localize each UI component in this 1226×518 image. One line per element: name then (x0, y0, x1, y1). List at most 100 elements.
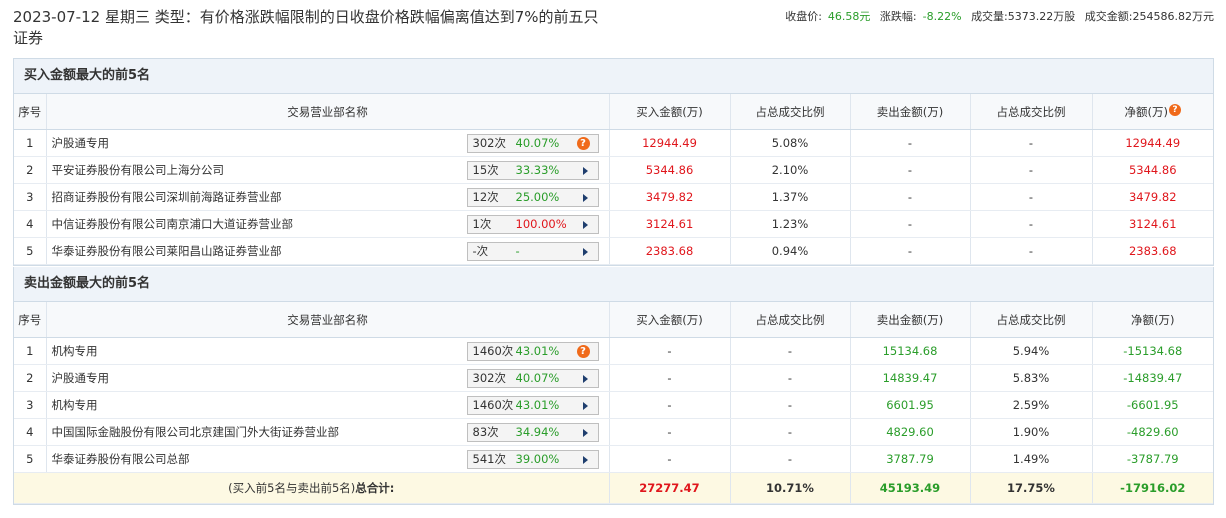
branch-name[interactable]: 中信证券股份有限公司南京浦口大道证券营业部 (52, 217, 294, 231)
row-net: -3787.79 (1092, 445, 1213, 473)
branch-stats-badge[interactable]: 541次 39.00% (466, 450, 599, 469)
branch-name[interactable]: 沪股通专用 (52, 136, 110, 150)
row-buy-ratio: 1.37% (730, 183, 851, 211)
buy-section-title: 买入金额最大的前5名 (14, 59, 1213, 94)
col-buy: 买入金额(万) (609, 94, 731, 130)
arrow-right-icon[interactable] (582, 375, 588, 383)
branch-name[interactable]: 沪股通专用 (52, 371, 110, 385)
branch-win-rate: 25.00% (515, 190, 560, 204)
row-sell-ratio: 2.59% (970, 391, 1093, 419)
row-buy: 3479.82 (609, 183, 731, 211)
branch-win-rate: - (515, 244, 520, 258)
row-net: -15134.68 (1092, 337, 1213, 365)
table-row: 4 中国国际金融股份有限公司北京建国门外大街证券营业部 83次 34.94% - -482… (14, 418, 1213, 446)
branch-name[interactable]: 华泰证券股份有限公司总部 (52, 452, 190, 466)
help-icon[interactable]: ? (1168, 103, 1181, 116)
branch-stats-badge[interactable]: 1次 100.00% (466, 215, 599, 234)
row-sell: 15134.68 (850, 337, 971, 365)
col-name: 交易营业部名称 (46, 302, 610, 338)
row-buy-ratio: - (730, 445, 851, 473)
row-net: 2383.68 (1092, 237, 1213, 265)
col-sell-ratio: 占总成交比例 (970, 302, 1093, 338)
row-buy-ratio: - (730, 337, 851, 365)
row-net: 3124.61 (1092, 210, 1213, 238)
arrow-right-icon[interactable] (582, 248, 588, 256)
branch-stats-badge[interactable]: 302次 40.07%? (466, 134, 599, 153)
row-sell: 4829.60 (850, 418, 971, 446)
row-buy: - (609, 445, 731, 473)
row-sell-ratio: 1.90% (970, 418, 1093, 446)
row-sell: 14839.47 (850, 364, 971, 392)
row-buy-ratio: 1.23% (730, 210, 851, 238)
table-row: 2 沪股通专用 302次 40.07% - -14839.47 5.83% -14839.47 (14, 364, 1213, 392)
row-sell-ratio: - (970, 210, 1093, 238)
branch-stats-badge[interactable]: 12次 25.00% (466, 188, 599, 207)
branch-stats-badge[interactable]: 1460次 43.01%? (466, 342, 599, 361)
row-seq: 1 (14, 129, 47, 157)
branch-name[interactable]: 华泰证券股份有限公司莱阳昌山路证券营业部 (52, 244, 282, 258)
branch-count: 15次 (472, 163, 499, 177)
row-buy-ratio: 5.08% (730, 129, 851, 157)
row-seq: 2 (14, 156, 47, 184)
row-name-cell: 华泰证券股份有限公司总部 541次 39.00% (46, 445, 610, 473)
change-label: 涨跌幅: (879, 10, 917, 23)
page-title: 2023-07-12 星期三 类型：有价格涨跌幅限制的日收盘价格跌幅偏离值达到7… (13, 8, 599, 47)
branch-stats-badge[interactable]: 15次 33.33% (466, 161, 599, 180)
arrow-right-icon[interactable] (582, 221, 588, 229)
arrow-right-icon[interactable] (582, 402, 588, 410)
branch-stats-badge[interactable]: 1460次 43.01% (466, 396, 599, 415)
branch-count: 541次 (472, 452, 506, 466)
total-sell-ratio: 17.75% (970, 472, 1093, 504)
row-net: -14839.47 (1092, 364, 1213, 392)
table-row: 5 华泰证券股份有限公司莱阳昌山路证券营业部 -次 -2383.68 0.94% - -23… (14, 237, 1213, 265)
row-buy-ratio: - (730, 364, 851, 392)
branch-count: -次 (472, 244, 489, 258)
branch-name[interactable]: 机构专用 (52, 398, 98, 412)
branch-name[interactable]: 中国国际金融股份有限公司北京建国门外大街证券营业部 (52, 425, 340, 439)
row-sell-ratio: 5.94% (970, 337, 1093, 365)
branch-stats-badge[interactable]: 302次 40.07% (466, 369, 599, 388)
branch-name[interactable]: 招商证券股份有限公司深圳前海路证券营业部 (52, 190, 282, 204)
row-seq: 4 (14, 210, 47, 238)
col-seq: 序号 (14, 94, 47, 130)
arrow-right-icon[interactable] (582, 429, 588, 437)
buy-table: 序号 交易营业部名称 买入金额(万) 占总成交比例 卖出金额(万) 占总成交比例… (14, 94, 1213, 265)
branch-stats-badge[interactable]: -次 - (466, 242, 599, 261)
table-row: 3 招商证券股份有限公司深圳前海路证券营业部 12次 25.00% 3479.82 1.3… (14, 183, 1213, 211)
table-row: 1 沪股通专用 302次 40.07%? 12944.49 5.08% - -12944.49 (14, 129, 1213, 157)
row-seq: 5 (14, 445, 47, 473)
quote-summary: 收盘价: 46.58元 涨跌幅: -8.22% 成交量:5373.22万股 成交金额… (785, 8, 1214, 24)
close-label: 收盘价: (785, 10, 822, 23)
row-sell-ratio: - (970, 156, 1093, 184)
branch-name[interactable]: 平安证券股份有限公司上海分公司 (52, 163, 225, 177)
row-buy: - (609, 391, 731, 419)
arrow-right-icon[interactable] (582, 167, 588, 175)
branch-stats-badge[interactable]: 83次 34.94% (466, 423, 599, 442)
col-net-label: 净额(万) (1124, 104, 1168, 119)
arrow-right-icon[interactable] (582, 456, 588, 464)
row-name-cell: 中国国际金融股份有限公司北京建国门外大街证券营业部 83次 34.94% (46, 418, 610, 446)
row-buy: - (609, 364, 731, 392)
branch-name[interactable]: 机构专用 (52, 344, 98, 358)
arrow-right-icon[interactable] (582, 194, 588, 202)
row-sell-ratio: - (970, 129, 1093, 157)
branch-win-rate: 43.01% (515, 398, 560, 412)
row-seq: 1 (14, 337, 47, 365)
table-row: 4 中信证券股份有限公司南京浦口大道证券营业部 1次 100.00% 3124.61 1.… (14, 210, 1213, 238)
table-row: 2 平安证券股份有限公司上海分公司 15次 33.33% 5344.86 2.10% - -5… (14, 156, 1213, 184)
row-name-cell: 沪股通专用 302次 40.07%? (46, 129, 610, 157)
close-value: 46.58元 (827, 10, 871, 23)
row-sell: - (850, 237, 971, 265)
table-row: 5 华泰证券股份有限公司总部 541次 39.00% - -3787.79 1.49% -37… (14, 445, 1213, 473)
help-icon[interactable]: ? (576, 345, 590, 358)
branch-win-rate: 34.94% (515, 425, 560, 439)
total-buy-ratio: 10.71% (730, 472, 851, 504)
help-icon[interactable]: ? (576, 137, 590, 150)
total-label-prefix: (买入前5名与卖出前5名) (228, 481, 356, 495)
row-buy-ratio: - (730, 391, 851, 419)
col-seq: 序号 (14, 302, 47, 338)
row-sell: 6601.95 (850, 391, 971, 419)
change-value: -8.22% (922, 10, 962, 23)
row-buy: - (609, 337, 731, 365)
branch-win-rate: 40.07% (515, 371, 560, 385)
